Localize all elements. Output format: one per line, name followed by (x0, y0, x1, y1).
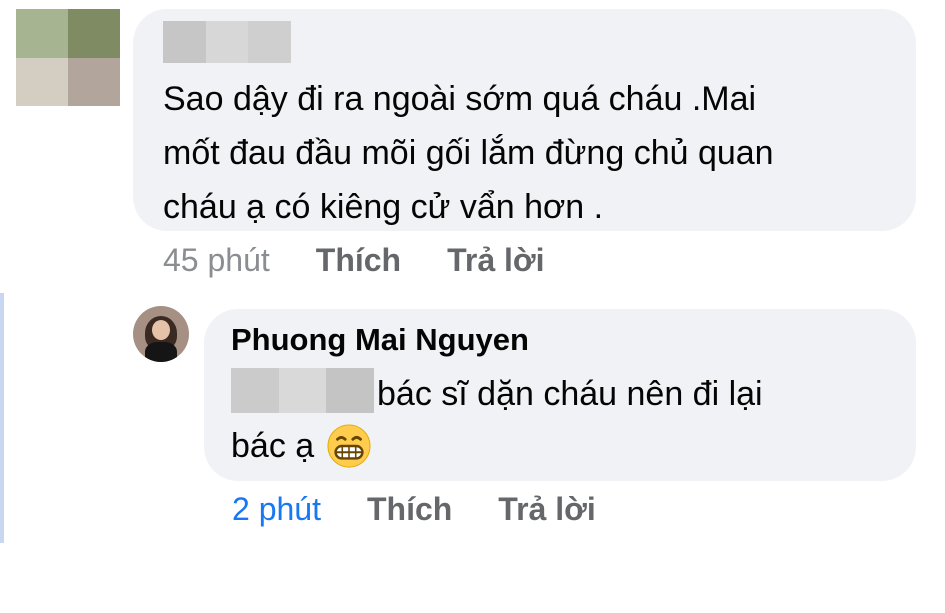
reply-text-line: bác ạ (231, 427, 315, 465)
reply-author-name[interactable]: Phuong Mai Nguyen (231, 322, 529, 358)
reply-timestamp[interactable]: 2 phút (232, 491, 321, 528)
grinning-face-emoji-icon (327, 424, 371, 468)
commenter-avatar-blurred[interactable] (16, 9, 120, 106)
comment-text-line: Sao dậy đi ra ngoài sớm quá cháu .Mai (163, 80, 757, 118)
reply-reply-button[interactable]: Trả lời (498, 491, 595, 528)
reply-button[interactable]: Trả lời (447, 242, 544, 279)
reply-text-line: bác sĩ dặn cháu nên đi lại (377, 375, 763, 413)
comment-text: Sao dậy đi ra ngoài sớm quá cháu .Mai mố… (163, 72, 903, 234)
comment-timestamp[interactable]: 45 phút (163, 242, 270, 279)
comment-text-line: cháu ạ có kiêng cử vẩn hơn . (163, 188, 604, 226)
commenter-name-blurred[interactable] (163, 21, 292, 63)
comment-actions: 45 phút Thích Trả lời (163, 238, 591, 282)
reply-author-avatar[interactable] (133, 306, 189, 362)
reply-text-line-2: bác ạ (231, 420, 372, 472)
mention-tag-blurred[interactable] (231, 368, 375, 413)
reply-actions: 2 phút Thích Trả lời (232, 487, 642, 531)
like-button[interactable]: Thích (316, 242, 401, 279)
comment-text-line: mốt đau đầu mõi gối lắm đừng chủ quan (163, 134, 774, 172)
reply-like-button[interactable]: Thích (367, 491, 452, 528)
reply-thread-line (0, 293, 4, 543)
